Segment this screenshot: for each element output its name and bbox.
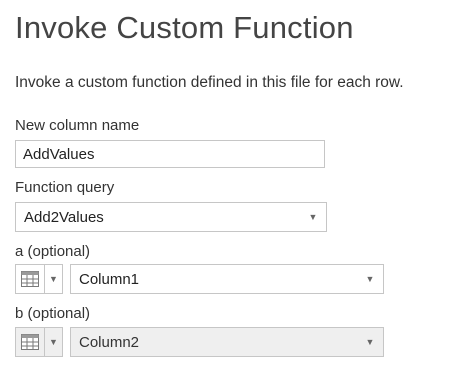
function-query-select[interactable]: Add2Values ▼ <box>15 202 327 232</box>
param-a-label: a (optional) <box>15 243 91 260</box>
param-b-column-select[interactable]: Column2 ▼ <box>70 327 384 357</box>
function-query-value: Add2Values <box>24 208 104 226</box>
dialog-description: Invoke a custom function defined in this… <box>15 74 404 91</box>
table-column-icon <box>16 328 44 356</box>
chevron-down-icon: ▼ <box>308 212 318 222</box>
table-column-icon <box>16 265 44 293</box>
param-b-type-button[interactable]: ▼ <box>15 327 63 357</box>
new-column-name-input[interactable] <box>15 140 325 168</box>
chevron-down-icon: ▼ <box>49 337 58 347</box>
dialog-title: Invoke Custom Function <box>15 10 354 45</box>
chevron-down-icon: ▼ <box>365 274 375 284</box>
function-query-label: Function query <box>15 179 115 196</box>
chevron-down-icon: ▼ <box>365 337 375 347</box>
new-column-name-label: New column name <box>15 117 140 134</box>
param-a-column-select[interactable]: Column1 ▼ <box>70 264 384 294</box>
param-b-label: b (optional) <box>15 305 91 322</box>
param-b-value: Column2 <box>79 333 140 351</box>
param-a-type-button[interactable]: ▼ <box>15 264 63 294</box>
chevron-down-icon: ▼ <box>49 274 58 284</box>
param-a-value: Column1 <box>79 270 140 288</box>
